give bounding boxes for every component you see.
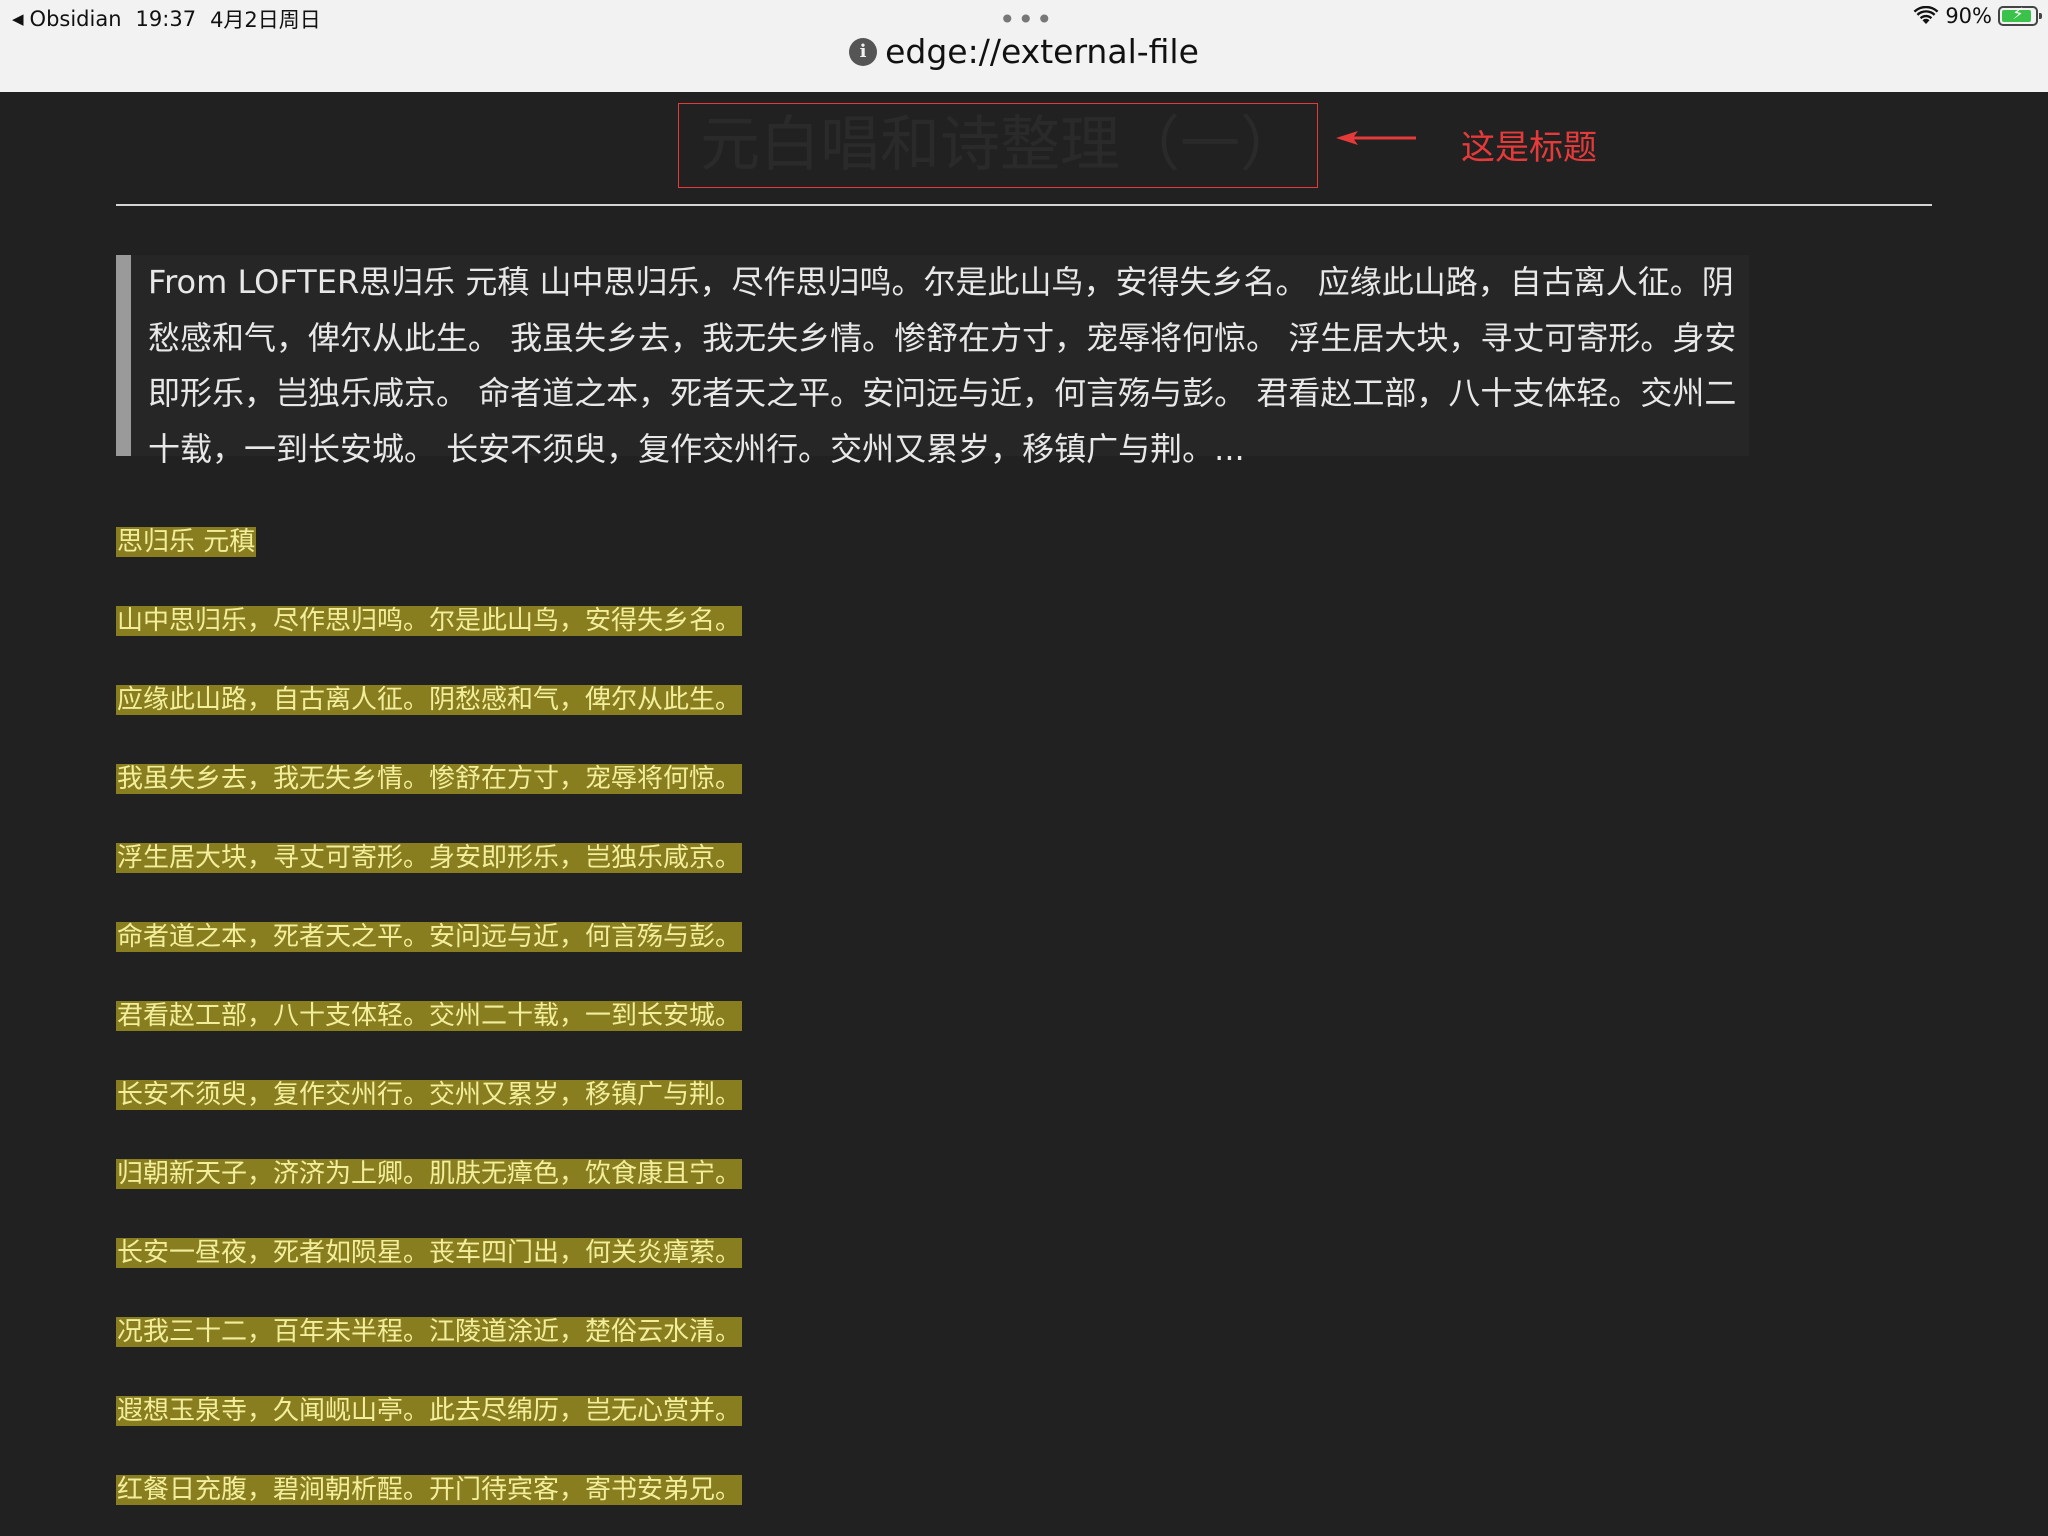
- poem-line-text: 应缘此山路，自古离人征。阴愁感和气，俾尔从此生。: [116, 685, 743, 715]
- poem-line: 红餐日充腹，碧涧朝析酲。开门待宾客，寄书安弟兄。: [116, 1473, 743, 1507]
- status-bar-left: ◀ Obsidian 19:37 4月2日周日: [12, 4, 321, 34]
- poem-line-text: 遐想玉泉寺，久闻岘山亭。此去尽绵历，岂无心赏并。: [116, 1396, 743, 1426]
- url-text[interactable]: edge://external-file: [885, 32, 1199, 71]
- poem-line-text: 长安一昼夜，死者如陨星。丧车四门出，何关炎瘴萦。: [116, 1238, 743, 1268]
- document-content: 元白唱和诗整理（一） 这是标题 From LOFTER思归乐 元稹 山中思归乐，…: [0, 92, 2048, 1536]
- poem-line: 长安不须臾，复作交州行。交州又累岁，移镇广与荆。: [116, 1078, 743, 1112]
- poem-line-text: 长安不须臾，复作交州行。交州又累岁，移镇广与荆。: [116, 1080, 743, 1110]
- multitasking-dots-icon[interactable]: •••: [999, 6, 1055, 34]
- poem-line: 命者道之本，死者天之平。安问远与近，何言殇与彭。: [116, 920, 743, 954]
- poem-title-line: 思归乐 元稹: [116, 525, 257, 559]
- arrow-left-icon: [1336, 131, 1416, 145]
- info-icon[interactable]: i: [849, 37, 878, 66]
- screen: ◀ Obsidian 19:37 4月2日周日 ••• 90% ⚡ i edge…: [0, 0, 2048, 1536]
- wifi-icon: [1913, 6, 1939, 24]
- poem-line-text: 命者道之本，死者天之平。安问远与近，何言殇与彭。: [116, 922, 743, 952]
- back-triangle-icon: ◀: [12, 10, 24, 28]
- poem-line: 我虽失乡去，我无失乡情。惨舒在方寸，宠辱将何惊。: [116, 762, 743, 796]
- poem-line-text: 君看赵工部，八十支体轻。交州二十载，一到长安城。: [116, 1001, 743, 1031]
- poem-line: 应缘此山路，自古离人征。阴愁感和气，俾尔从此生。: [116, 683, 743, 717]
- poem-line-text: 我虽失乡去，我无失乡情。惨舒在方寸，宠辱将何惊。: [116, 764, 743, 794]
- poem-line: 浮生居大块，寻丈可寄形。身安即形乐，岂独乐咸京。: [116, 841, 743, 875]
- status-date: 4月2日周日: [210, 8, 321, 32]
- poem-line: 山中思归乐，尽作思归鸣。尔是此山鸟，安得失乡名。: [116, 604, 743, 638]
- status-time: 19:37: [135, 7, 197, 31]
- battery-percent: 90%: [1945, 4, 1992, 28]
- poem-title: 思归乐 元稹: [116, 527, 257, 557]
- blockquote-text: From LOFTER思归乐 元稹 山中思归乐，尽作思归鸣。尔是此山鸟，安得失乡…: [148, 263, 1737, 468]
- poem-line: 归朝新天子，济济为上卿。肌肤无瘴色，饮食康且宁。: [116, 1157, 743, 1191]
- poem-line: 长安一昼夜，死者如陨星。丧车四门出，何关炎瘴萦。: [116, 1236, 743, 1270]
- blockquote: From LOFTER思归乐 元稹 山中思归乐，尽作思归鸣。尔是此山鸟，安得失乡…: [116, 255, 1749, 468]
- browser-top-bar: ◀ Obsidian 19:37 4月2日周日 ••• 90% ⚡ i edge…: [0, 0, 2048, 93]
- charging-bolt-icon: ⚡: [2012, 4, 2024, 23]
- poem-line-text: 红餐日充腹，碧涧朝析酲。开门待宾客，寄书安弟兄。: [116, 1475, 743, 1505]
- address-bar[interactable]: i edge://external-file: [0, 32, 2048, 71]
- battery-icon: ⚡: [1998, 4, 2042, 26]
- poem-line-text: 归朝新天子，济济为上卿。肌肤无瘴色，饮食康且宁。: [116, 1159, 743, 1189]
- title-divider: [116, 204, 1932, 206]
- battery-tip: [2039, 13, 2042, 19]
- poem-line-text: 山中思归乐，尽作思归鸣。尔是此山鸟，安得失乡名。: [116, 606, 743, 636]
- back-app-label: Obsidian: [29, 7, 122, 31]
- poem-line-text: 浮生居大块，寻丈可寄形。身安即形乐，岂独乐咸京。: [116, 843, 743, 873]
- page-title: 元白唱和诗整理（一）: [700, 110, 1300, 180]
- title-annotation: 这是标题: [1461, 128, 1597, 168]
- poem-line: 况我三十二，百年未半程。江陵道涂近，楚俗云水清。: [116, 1315, 743, 1349]
- poem-line: 君看赵工部，八十支体轻。交州二十载，一到长安城。: [116, 999, 743, 1033]
- status-bar-right: 90% ⚡: [1913, 4, 2042, 28]
- back-to-app-button[interactable]: ◀ Obsidian: [12, 7, 122, 31]
- poem-line-text: 况我三十二，百年未半程。江陵道涂近，楚俗云水清。: [116, 1317, 743, 1347]
- poem-line: 遐想玉泉寺，久闻岘山亭。此去尽绵历，岂无心赏并。: [116, 1394, 743, 1428]
